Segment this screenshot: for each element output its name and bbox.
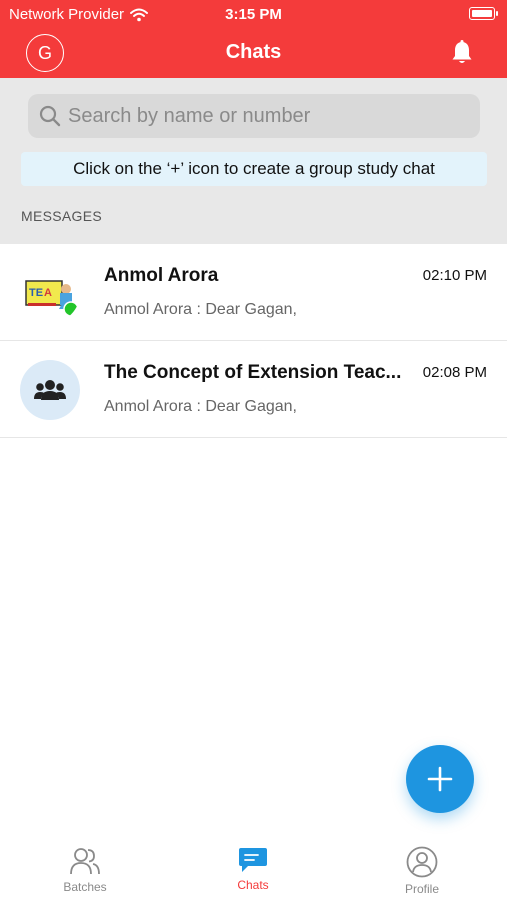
nav-bar: G Chats (0, 30, 507, 76)
battery-icon (469, 7, 498, 20)
app-header: Network Provider 3:15 PM G Chats (0, 0, 507, 78)
plus-icon (427, 766, 453, 792)
chat-list: TE A Anmol Arora 02:10 PM Anmol Arora : … (0, 244, 507, 438)
status-time: 3:15 PM (225, 6, 282, 23)
status-bar: Network Provider 3:15 PM (0, 0, 507, 28)
chat-preview: Anmol Arora : Dear Gagan, (104, 398, 297, 415)
svg-text:A: A (44, 287, 52, 299)
users-icon (70, 848, 100, 875)
group-avatar (20, 360, 80, 420)
notifications-button[interactable] (447, 38, 477, 68)
search-input[interactable] (68, 104, 468, 128)
chat-row[interactable]: The Concept of Extension Teac... 02:08 P… (0, 341, 507, 438)
chat-bubble-icon (239, 848, 267, 872)
contact-avatar: TE A (20, 263, 80, 323)
svg-text:TE: TE (29, 287, 43, 299)
tab-label: Profile (404, 882, 439, 896)
tab-label: Batches (63, 880, 107, 894)
tab-chats[interactable]: Chats (193, 846, 313, 892)
chat-time: 02:10 PM (422, 267, 487, 284)
group-icon (34, 380, 66, 400)
contact-photo-icon: TE A (20, 263, 80, 323)
page-title: Chats (225, 41, 282, 63)
chat-time: 02:08 PM (422, 364, 487, 381)
profile-icon (406, 846, 438, 878)
search-icon (32, 94, 68, 138)
chat-name: Anmol Arora (104, 265, 219, 286)
messages-section-label: MESSAGES (21, 208, 102, 224)
chat-preview: Anmol Arora : Dear Gagan, (104, 301, 297, 318)
chat-name: The Concept of Extension Teac... (104, 362, 402, 383)
top-panel: Click on the ‘+’ icon to create a group … (0, 78, 507, 244)
bell-icon (452, 40, 472, 63)
group-chat-tip: Click on the ‘+’ icon to create a group … (21, 152, 487, 186)
search-bar[interactable] (28, 94, 480, 138)
tab-label: Chats (237, 878, 269, 892)
bottom-tab-bar: Batches Chats Profile (0, 838, 507, 900)
chat-row[interactable]: TE A Anmol Arora 02:10 PM Anmol Arora : … (0, 244, 507, 341)
create-chat-button[interactable] (406, 745, 474, 813)
tab-batches[interactable]: Batches (25, 846, 145, 894)
tab-profile[interactable]: Profile (362, 846, 482, 896)
